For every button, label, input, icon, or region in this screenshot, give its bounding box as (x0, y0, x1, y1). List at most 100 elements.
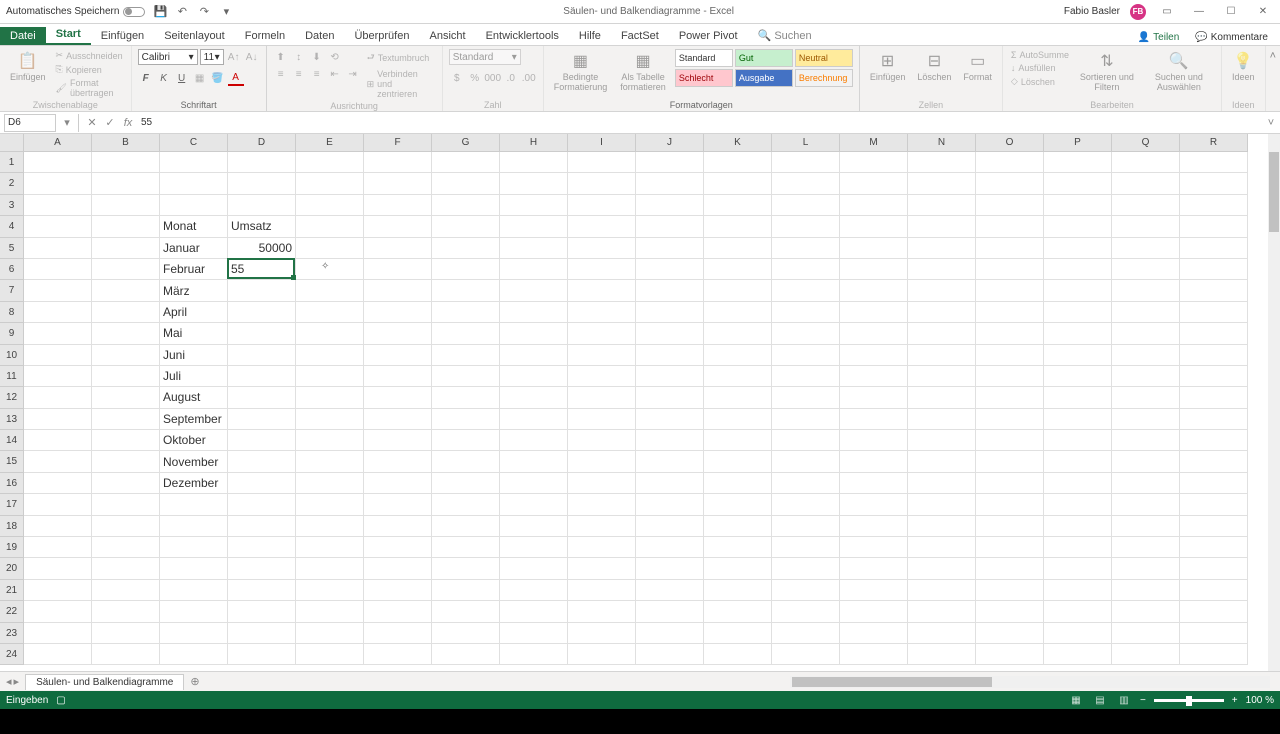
cell-D21[interactable] (228, 580, 296, 601)
decrease-font-icon[interactable]: A↓ (244, 49, 260, 65)
style-ausgabe[interactable]: Ausgabe (735, 69, 793, 87)
cell-B6[interactable] (92, 259, 160, 280)
add-sheet-icon[interactable]: ⊕ (184, 675, 205, 688)
cell-C13[interactable]: September (160, 409, 228, 430)
cell-L7[interactable] (772, 280, 840, 301)
cell-P11[interactable] (1044, 366, 1112, 387)
cell-A18[interactable] (24, 516, 92, 537)
cell-P19[interactable] (1044, 537, 1112, 558)
cell-E21[interactable] (296, 580, 364, 601)
cell-O17[interactable] (976, 494, 1044, 515)
cell-J10[interactable] (636, 345, 704, 366)
cell-J8[interactable] (636, 302, 704, 323)
cell-J20[interactable] (636, 558, 704, 579)
cell-M13[interactable] (840, 409, 908, 430)
cell-R18[interactable] (1180, 516, 1248, 537)
cell-F9[interactable] (364, 323, 432, 344)
cell-P1[interactable] (1044, 152, 1112, 173)
cell-P20[interactable] (1044, 558, 1112, 579)
cell-R19[interactable] (1180, 537, 1248, 558)
cell-B4[interactable] (92, 216, 160, 237)
cell-Q14[interactable] (1112, 430, 1180, 451)
cell-E7[interactable] (296, 280, 364, 301)
zoom-slider[interactable] (1154, 699, 1224, 702)
cell-M21[interactable] (840, 580, 908, 601)
cell-N9[interactable] (908, 323, 976, 344)
cell-P7[interactable] (1044, 280, 1112, 301)
cell-N10[interactable] (908, 345, 976, 366)
cell-P18[interactable] (1044, 516, 1112, 537)
cell-E8[interactable] (296, 302, 364, 323)
autosum-button[interactable]: Σ AutoSumme (1009, 49, 1071, 61)
percent-icon[interactable]: % (467, 70, 483, 86)
cell-H6[interactable] (500, 259, 568, 280)
row-header-22[interactable]: 22 (0, 601, 24, 622)
cell-I4[interactable] (568, 216, 636, 237)
cell-F19[interactable] (364, 537, 432, 558)
cell-Q23[interactable] (1112, 623, 1180, 644)
cell-C15[interactable]: November (160, 451, 228, 472)
cell-H8[interactable] (500, 302, 568, 323)
cell-R2[interactable] (1180, 173, 1248, 194)
cell-L6[interactable] (772, 259, 840, 280)
number-format-select[interactable]: Standard▾ (449, 49, 521, 65)
cell-L24[interactable] (772, 644, 840, 665)
cell-L5[interactable] (772, 238, 840, 259)
cell-Q16[interactable] (1112, 473, 1180, 494)
cell-Q2[interactable] (1112, 173, 1180, 194)
comments-button[interactable]: 💬 Kommentare (1189, 30, 1274, 45)
cell-C18[interactable] (160, 516, 228, 537)
page-layout-view-icon[interactable]: ▤ (1092, 693, 1108, 707)
vertical-scrollbar[interactable] (1268, 134, 1280, 671)
cell-L3[interactable] (772, 195, 840, 216)
cell-F2[interactable] (364, 173, 432, 194)
cell-F21[interactable] (364, 580, 432, 601)
cell-P3[interactable] (1044, 195, 1112, 216)
fill-button[interactable]: ↓ Ausfüllen (1009, 62, 1071, 74)
cell-M14[interactable] (840, 430, 908, 451)
style-schlecht[interactable]: Schlecht (675, 69, 733, 87)
cell-H3[interactable] (500, 195, 568, 216)
cell-N22[interactable] (908, 601, 976, 622)
cell-M7[interactable] (840, 280, 908, 301)
cell-N12[interactable] (908, 387, 976, 408)
cell-A13[interactable] (24, 409, 92, 430)
cell-B13[interactable] (92, 409, 160, 430)
cell-H14[interactable] (500, 430, 568, 451)
cell-A10[interactable] (24, 345, 92, 366)
cell-I10[interactable] (568, 345, 636, 366)
cell-I8[interactable] (568, 302, 636, 323)
format-painter-button[interactable]: 🖌 Format übertragen (54, 77, 125, 99)
fx-icon[interactable]: fx (119, 117, 137, 129)
expand-fbar-icon[interactable]: ˅ (1262, 117, 1280, 129)
cell-G16[interactable] (432, 473, 500, 494)
cell-O3[interactable] (976, 195, 1044, 216)
cell-C9[interactable]: Mai (160, 323, 228, 344)
cell-I14[interactable] (568, 430, 636, 451)
row-header-18[interactable]: 18 (0, 516, 24, 537)
cell-C11[interactable]: Juli (160, 366, 228, 387)
ribbon-options-icon[interactable]: ▭ (1156, 4, 1178, 20)
cell-E14[interactable] (296, 430, 364, 451)
cell-I17[interactable] (568, 494, 636, 515)
cell-K23[interactable] (704, 623, 772, 644)
row-header-1[interactable]: 1 (0, 152, 24, 173)
col-header-G[interactable]: G (432, 134, 500, 152)
cell-G2[interactable] (432, 173, 500, 194)
cell-C21[interactable] (160, 580, 228, 601)
cell-J15[interactable] (636, 451, 704, 472)
cell-D11[interactable] (228, 366, 296, 387)
cell-R16[interactable] (1180, 473, 1248, 494)
cell-K12[interactable] (704, 387, 772, 408)
cell-N6[interactable] (908, 259, 976, 280)
row-header-21[interactable]: 21 (0, 580, 24, 601)
tab-factset[interactable]: FactSet (611, 27, 669, 45)
cell-D4[interactable]: Umsatz (228, 216, 296, 237)
cell-L16[interactable] (772, 473, 840, 494)
cell-G7[interactable] (432, 280, 500, 301)
cell-H9[interactable] (500, 323, 568, 344)
cell-P24[interactable] (1044, 644, 1112, 665)
cell-H18[interactable] (500, 516, 568, 537)
cell-O19[interactable] (976, 537, 1044, 558)
sheet-next-icon[interactable]: ▸ (14, 675, 20, 688)
